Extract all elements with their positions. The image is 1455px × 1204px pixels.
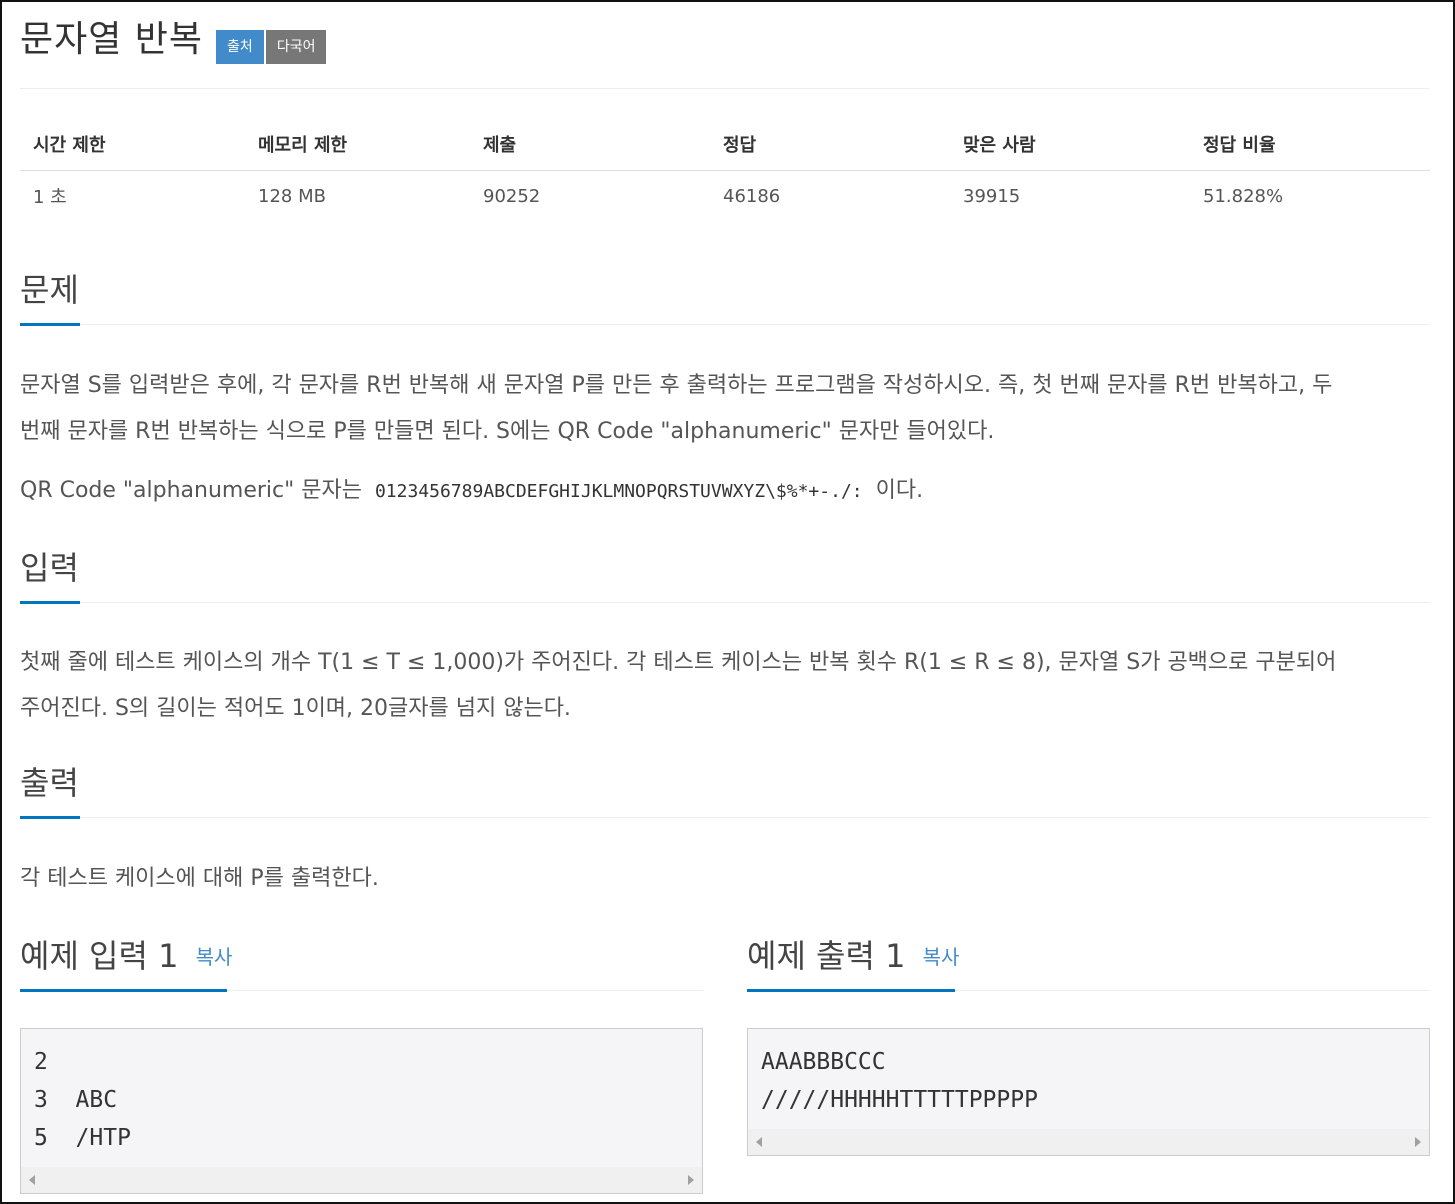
alphanumeric-prefix: QR Code "alphanumeric" 문자는 [20,478,362,503]
info-header-accepted: 정답 [710,118,950,171]
info-value-row: 1 초 128 MB 90252 46186 39915 51.828% [20,170,1430,222]
sample-input-copy-button[interactable]: 복사 [196,945,233,969]
input-rule [20,602,1430,603]
source-label[interactable]: 출처 [216,30,264,64]
info-value-ratio: 51.828% [1203,185,1284,207]
description-headline: 문제 [20,268,1430,326]
sample-output-box[interactable]: AAABBBCCC /////HHHHHTTTTTPPPPP [747,1028,1430,1156]
sample-input-lines: 2 3 ABC 5 /HTP [21,1029,702,1157]
sample-input-line: 3 ABC [34,1087,118,1113]
info-header-solved-users: 맞은 사람 [950,118,1190,171]
problem-title: 문자열 반복 [20,19,204,60]
output-heading: 출력 [20,764,79,802]
output-headline: 출력 [20,761,1430,819]
title-divider [20,88,1430,89]
info-value-accepted: 46186 [723,185,781,207]
description-rule [20,324,1430,325]
scroll-left-icon[interactable] [29,1175,35,1185]
info-value-solved-users: 39915 [963,185,1021,207]
alphanumeric-paragraph: QR Code "alphanumeric" 문자는 0123456789ABC… [20,468,1430,515]
alphanumeric-suffix: 이다. [875,478,924,503]
input-line-2: 주어진다. S의 길이는 적어도 1이며, 20글자를 넘지 않는다. [20,696,571,721]
scroll-right-icon[interactable] [688,1175,694,1185]
input-line-1: 첫째 줄에 테스트 케이스의 개수 T(1 ≤ T ≤ 1,000)가 주어진다… [20,650,1337,675]
description-paragraph: 문자열 S를 입력받은 후에, 각 문자를 R번 반복해 새 문자열 P를 만든… [20,363,1430,455]
sample-input-line: 2 [34,1049,48,1075]
sample-input-line: 5 /HTP [34,1125,131,1151]
sample-output-underline [747,989,955,992]
sample-input-underline [20,989,227,992]
info-value-time-limit: 1 초 [33,187,67,209]
input-paragraph: 첫째 줄에 테스트 케이스의 개수 T(1 ≤ T ≤ 1,000)가 주어진다… [20,640,1430,732]
multilang-label[interactable]: 다국어 [265,30,327,64]
description-underline [20,323,80,326]
info-header-time-limit: 시간 제한 [20,118,245,171]
scroll-right-icon[interactable] [1415,1137,1421,1147]
info-value-submissions: 90252 [483,185,541,207]
info-value-memory-limit: 128 MB [258,185,326,207]
description-heading: 문제 [20,271,79,309]
input-underline [20,601,80,604]
sample-input-box[interactable]: 2 3 ABC 5 /HTP [20,1028,703,1194]
scroll-left-icon[interactable] [756,1137,762,1147]
problem-title-row: 문자열 반복 출처 다국어 [20,8,327,64]
sample-input-heading: 예제 입력 1 [20,937,179,975]
sample-output-headline: 예제 출력 1 복사 [747,934,1430,992]
sample-output-copy-button[interactable]: 복사 [923,945,960,969]
sample-output-line: AAABBBCCC [761,1049,886,1075]
sample-input-scrollbar[interactable] [21,1167,702,1193]
alphanumeric-code: 0123456789ABCDEFGHIJKLMNOPQRSTUVWXYZ\$%*… [374,481,863,502]
input-heading: 입력 [20,549,79,587]
sample-output-lines: AAABBBCCC /////HHHHHTTTTTPPPPP [748,1029,1429,1119]
output-rule [20,817,1430,818]
input-headline: 입력 [20,546,1430,604]
info-header-row: 시간 제한 메모리 제한 제출 정답 맞은 사람 정답 비율 [20,118,1430,171]
output-paragraph: 각 테스트 케이스에 대해 P를 출력한다. [20,856,1430,902]
output-line-1: 각 테스트 케이스에 대해 P를 출력한다. [20,866,379,891]
sample-output-scrollbar[interactable] [748,1129,1429,1155]
description-line-1: 문자열 S를 입력받은 후에, 각 문자를 R번 반복해 새 문자열 P를 만든… [20,373,1333,398]
output-underline [20,816,80,819]
problem-info-table: 시간 제한 메모리 제한 제출 정답 맞은 사람 정답 비율 1 초 128 M… [20,118,1430,222]
sample-output-heading: 예제 출력 1 [747,937,906,975]
info-header-ratio: 정답 비율 [1190,118,1430,171]
sample-input-headline: 예제 입력 1 복사 [20,934,703,992]
description-line-2: 번째 문자를 R번 반복하는 식으로 P를 만들면 된다. S에는 QR Cod… [20,419,995,444]
info-header-memory-limit: 메모리 제한 [245,118,470,171]
info-header-submissions: 제출 [470,118,710,171]
sample-output-line: /////HHHHHTTTTTPPPPP [761,1087,1038,1113]
